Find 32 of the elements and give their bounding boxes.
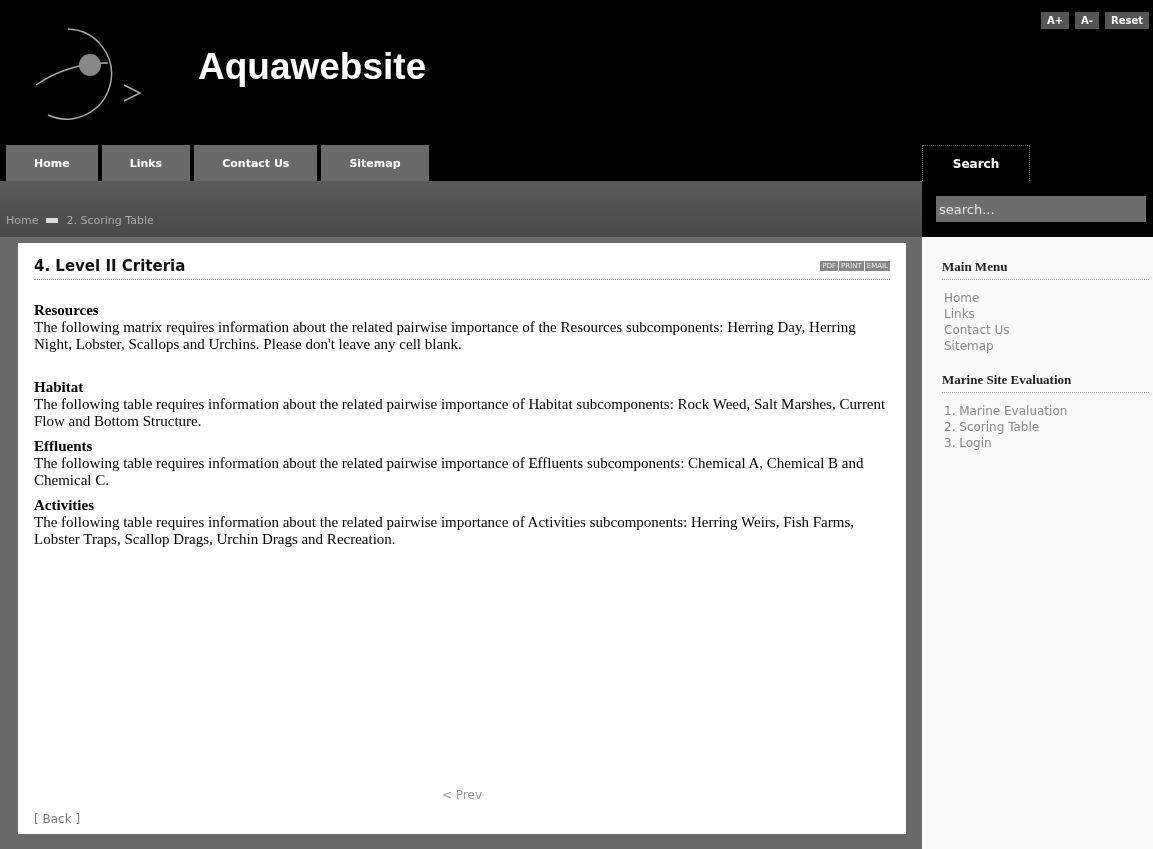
menu-link[interactable]: 1. Marine Evaluation <box>944 403 1149 419</box>
site-title: Aquawebsite <box>198 45 427 89</box>
search-tab[interactable]: Search <box>922 145 1030 181</box>
section-text: The following table requires information about the related pairwise importance of Activities subcomponents: Herring Weirs, Fish Farms, Lobster Traps, Scallop Drags, Urchin Drags and Recreation. <box>34 514 855 548</box>
section-text: The following table requires information about the related pairwise importance of Habitat subcomponents: Rock Weed, Salt Marshes, Current Flow and Bottom Structure. <box>34 396 887 430</box>
section-text: The following matrix requires information about the related pairwise importance of the Resources subcomponents: Herring Day, Herring Night, Lobster, Scallops and Urchins. Please don't leave any cell blank. <box>34 319 857 353</box>
menu-link[interactable]: 3. Login <box>944 435 1149 451</box>
font-size-button[interactable]: A- <box>1075 12 1099 29</box>
menu-title: Main Menu <box>942 259 1149 280</box>
section-heading: Resources <box>34 302 100 319</box>
prev-link[interactable]: < Prev <box>34 788 890 802</box>
breadcrumb-current: 2. Scoring Table <box>66 214 154 227</box>
section-text: The following table requires information about the related pairwise importance of Effluents subcomponents: Chemical A, Chemical B and Chemical C. <box>34 455 865 489</box>
menu-link[interactable]: Home <box>944 290 1149 306</box>
menu-link[interactable]: 2. Scoring Table <box>944 419 1149 435</box>
breadcrumb-link[interactable]: Home <box>6 214 39 227</box>
font-size-button[interactable]: Reset <box>1105 12 1149 29</box>
font-size-button[interactable]: A+ <box>1041 12 1070 29</box>
back-link[interactable]: [ Back ] <box>34 812 81 826</box>
section-heading: Habitat <box>34 379 85 396</box>
nav-tab[interactable]: Sitemap <box>321 145 429 181</box>
menu-link[interactable]: Sitemap <box>944 338 1149 354</box>
menu-title: Marine Site Evaluation <box>942 372 1149 393</box>
article-title: 4. Level II Criteria <box>34 257 186 275</box>
nav-tab[interactable]: Home <box>6 145 98 181</box>
menu-link[interactable]: Links <box>944 306 1149 322</box>
nav-tab[interactable]: Links <box>101 145 191 181</box>
search-field[interactable]: search... <box>936 196 1146 222</box>
nav-tab[interactable]: Contact Us <box>194 145 318 181</box>
section-heading: Activities <box>34 497 95 514</box>
menu-link[interactable]: Contact Us <box>944 322 1149 338</box>
section-heading: Effluents <box>34 438 94 455</box>
